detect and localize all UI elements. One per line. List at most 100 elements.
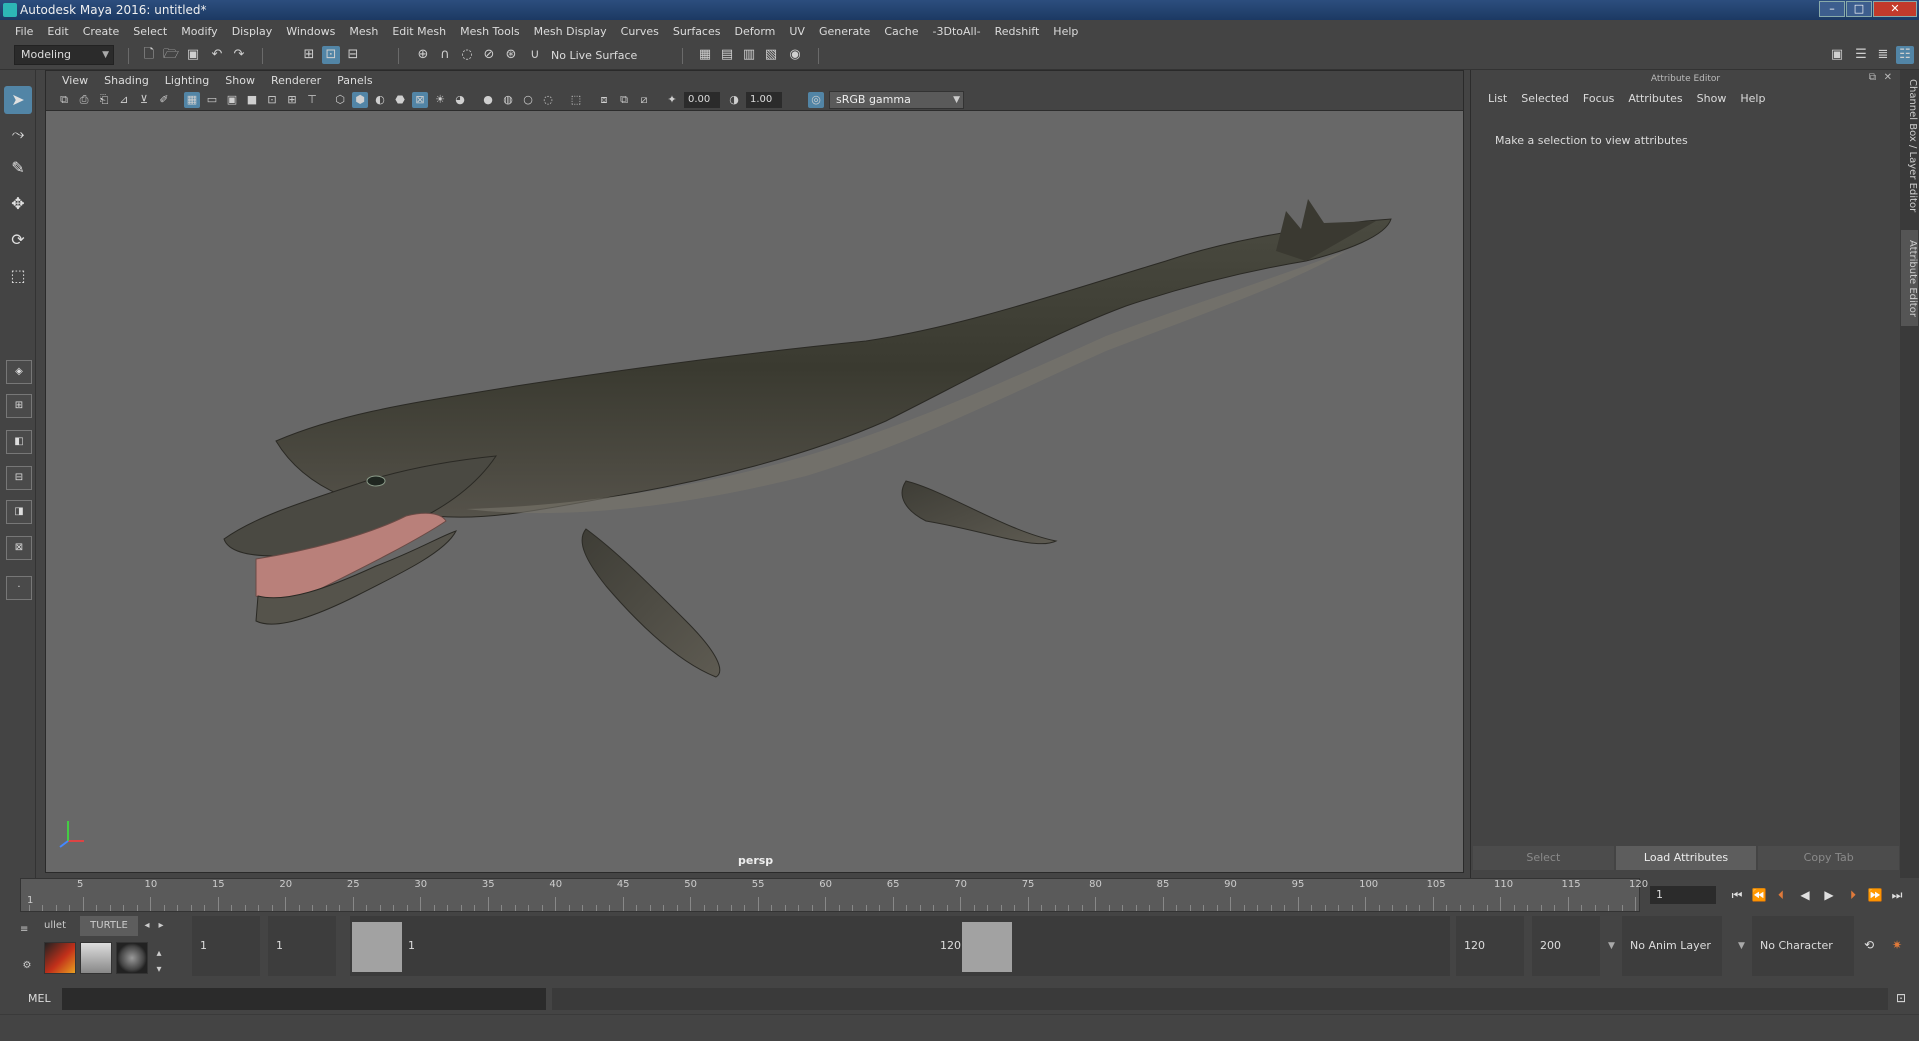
menu-mesh[interactable]: Mesh — [342, 25, 385, 38]
menu-windows[interactable]: Windows — [279, 25, 342, 38]
snap-view-plane-icon[interactable]: ⊘ — [480, 46, 498, 64]
viewport-menu-shading[interactable]: Shading — [96, 74, 157, 87]
attr-menu-focus[interactable]: Focus — [1576, 92, 1621, 105]
select-hierarchy-icon[interactable]: ⊞ — [300, 46, 318, 64]
menu-set-selector[interactable]: Modeling ▼ — [14, 45, 114, 65]
use-all-lights-icon[interactable]: ☀ — [432, 92, 448, 108]
gamma-field[interactable]: 1.00 — [746, 92, 782, 108]
grid-icon[interactable]: ▦ — [184, 92, 200, 108]
xray-components-icon[interactable]: ⧄ — [636, 92, 652, 108]
grease-pencil-icon[interactable]: ✐ — [156, 92, 172, 108]
rotate-tool-icon[interactable]: ⟳ — [4, 226, 32, 254]
maximize-button[interactable]: □ — [1846, 1, 1872, 17]
time-ruler[interactable]: 5 10 15 20 25 30 35 40 45 50 55 60 65 70 75 80 85 90 95 100… — [20, 878, 1648, 912]
menu-edit[interactable]: Edit — [40, 25, 75, 38]
redo-icon[interactable]: ↷ — [230, 46, 248, 64]
outliner-persp-layout-icon[interactable]: ◨ — [6, 500, 32, 524]
image-plane-icon[interactable]: ⊿ — [116, 92, 132, 108]
turtle-material-icon[interactable] — [116, 942, 148, 974]
hypershade-icon[interactable]: ◉ — [786, 46, 804, 64]
snap-grid-icon[interactable]: ⊕ — [414, 46, 432, 64]
shelf-menu-icon[interactable]: ≡ — [20, 925, 28, 935]
turtle-bake-icon[interactable] — [80, 942, 112, 974]
shelf-tab-bullet[interactable]: ullet — [36, 916, 74, 936]
menu-cache[interactable]: Cache — [877, 25, 925, 38]
persp-outliner-layout-icon[interactable]: ◧ — [6, 430, 32, 454]
gate-mask-icon[interactable]: ■ — [244, 92, 260, 108]
menu-help[interactable]: Help — [1046, 25, 1085, 38]
range-start-handle[interactable] — [352, 922, 402, 972]
float-panel-icon[interactable]: ⧉ — [1869, 72, 1876, 83]
mel-label[interactable]: MEL — [28, 992, 51, 1005]
tab-channel-box[interactable]: Channel Box / Layer Editor — [1901, 70, 1918, 222]
isolate-select-icon[interactable]: ⬚ — [568, 92, 584, 108]
menu-redshift[interactable]: Redshift — [988, 25, 1047, 38]
play-forward-icon[interactable]: ▶ — [1820, 886, 1838, 904]
single-perspective-layout-icon[interactable]: ◈ — [6, 360, 32, 384]
shelf-scroll-down-icon[interactable]: ▾ — [152, 960, 166, 980]
command-input[interactable] — [62, 988, 546, 1010]
resolution-gate-icon[interactable]: ▣ — [224, 92, 240, 108]
skip-to-end-icon[interactable]: ⏭ — [1888, 886, 1906, 904]
menu-curves[interactable]: Curves — [614, 25, 666, 38]
render-current-icon[interactable]: ▤ — [718, 46, 736, 64]
hypershade-layout-icon[interactable]: ⊠ — [6, 536, 32, 560]
field-chart-icon[interactable]: ⊡ — [264, 92, 280, 108]
snap-point-icon[interactable]: ◌ — [458, 46, 476, 64]
playback-start-field[interactable]: 1 — [268, 916, 336, 976]
snap-curve-icon[interactable]: ∩ — [436, 46, 454, 64]
four-view-layout-icon[interactable]: ⊞ — [6, 394, 32, 418]
view-transform-dropdown[interactable]: sRGB gamma ▼ — [829, 91, 964, 109]
attr-menu-show[interactable]: Show — [1690, 92, 1734, 105]
menu-surfaces[interactable]: Surfaces — [666, 25, 728, 38]
render-view-icon[interactable]: ▦ — [696, 46, 714, 64]
attr-menu-selected[interactable]: Selected — [1514, 92, 1576, 105]
shelf-tab-next-icon[interactable]: ▸ — [156, 916, 166, 936]
menu-mesh-tools[interactable]: Mesh Tools — [453, 25, 527, 38]
textured-icon[interactable]: ⊠ — [412, 92, 428, 108]
gamma-icon[interactable]: ◑ — [726, 92, 742, 108]
viewport-menu-view[interactable]: View — [54, 74, 96, 87]
tab-attribute-editor[interactable]: Attribute Editor — [1901, 230, 1918, 326]
copy-tab-button[interactable]: Copy Tab — [1758, 846, 1900, 870]
shelf-tab-prev-icon[interactable]: ◂ — [142, 916, 152, 936]
anim-layer-dropdown[interactable]: ▼ No Anim Layer — [1608, 916, 1722, 976]
wireframe-on-shaded-icon[interactable]: ⬣ — [392, 92, 408, 108]
safe-action-icon[interactable]: ⊞ — [284, 92, 300, 108]
end-time-field[interactable]: 200 — [1532, 916, 1600, 976]
ipr-render-icon[interactable]: ▥ — [740, 46, 758, 64]
menu-file[interactable]: File — [8, 25, 40, 38]
attr-menu-attributes[interactable]: Attributes — [1621, 92, 1689, 105]
playback-range-slider[interactable]: 1 120 — [350, 916, 1450, 976]
character-set-dropdown[interactable]: ▼ No Character Set — [1738, 916, 1854, 1012]
paint-select-tool-icon[interactable]: ✎ — [4, 154, 32, 182]
render-settings-icon[interactable]: ▧ — [762, 46, 780, 64]
close-panel-icon[interactable]: ✕ — [1884, 72, 1892, 83]
undo-icon[interactable]: ↶ — [208, 46, 226, 64]
use-default-material-icon[interactable]: ◐ — [372, 92, 388, 108]
channel-box-toggle-icon[interactable]: ☷ — [1896, 46, 1914, 64]
attr-menu-list[interactable]: List — [1481, 92, 1514, 105]
select-object-icon[interactable]: ⊡ — [322, 46, 340, 64]
mosasaur-model[interactable] — [46, 111, 1465, 873]
viewport-menu-show[interactable]: Show — [217, 74, 263, 87]
load-attributes-button[interactable]: Load Attributes — [1615, 846, 1757, 870]
auto-key-icon[interactable]: ⟲ — [1860, 936, 1878, 954]
viewport-menu-panels[interactable]: Panels — [329, 74, 380, 87]
motion-blur-icon[interactable]: ◍ — [500, 92, 516, 108]
play-back-icon[interactable]: ◀ — [1796, 886, 1814, 904]
bookmark-icon[interactable]: ⎗ — [96, 92, 112, 108]
attribute-editor-toggle-icon[interactable]: ☰ — [1852, 46, 1870, 64]
persp-graph-layout-icon[interactable]: ⊟ — [6, 466, 32, 490]
step-back-key-icon[interactable]: ⏪ — [1750, 886, 1768, 904]
move-tool-icon[interactable]: ✥ — [4, 190, 32, 218]
safe-title-icon[interactable]: ⊤ — [304, 92, 320, 108]
lasso-tool-icon[interactable]: ⤳ — [4, 120, 32, 148]
exposure-icon[interactable]: ✦ — [664, 92, 680, 108]
depth-of-field-icon[interactable]: ◌ — [540, 92, 556, 108]
select-camera-icon[interactable]: ⧉ — [56, 92, 72, 108]
minimize-button[interactable]: – — [1819, 1, 1845, 17]
camera-attributes-icon[interactable]: ⎙ — [76, 92, 92, 108]
viewport-menu-renderer[interactable]: Renderer — [263, 74, 329, 87]
menu-display[interactable]: Display — [225, 25, 280, 38]
